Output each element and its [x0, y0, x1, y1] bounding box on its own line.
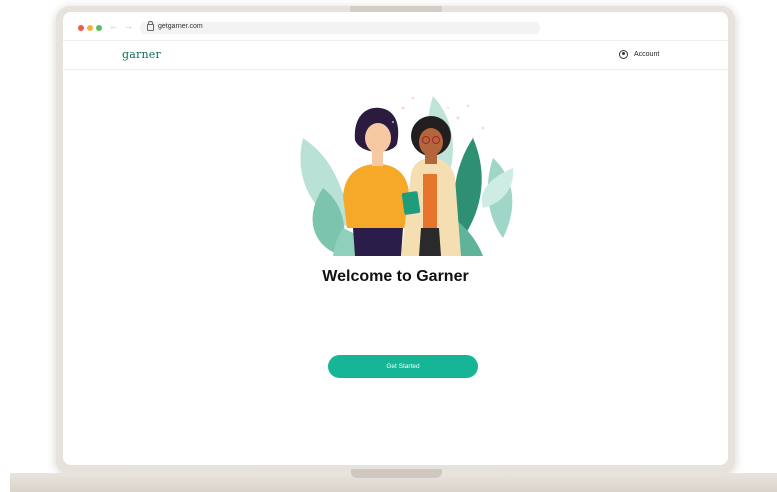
- doctors-illustration: [300, 96, 514, 256]
- get-started-button[interactable]: Get Started: [328, 355, 478, 378]
- url-text: getgarner.com: [158, 23, 203, 30]
- account-icon: [619, 50, 628, 59]
- close-window-button[interactable]: [78, 25, 84, 31]
- browser-window: ← → getgarner.com garner Account Welcome…: [63, 12, 728, 465]
- address-bar[interactable]: getgarner.com: [140, 21, 540, 34]
- laptop-base-notch: [351, 469, 442, 478]
- welcome-heading: Welcome to Garner: [322, 268, 469, 285]
- garner-logo[interactable]: garner: [122, 48, 161, 61]
- maximize-window-button[interactable]: [96, 25, 102, 31]
- site-header: garner Account: [63, 40, 728, 70]
- browser-toolbar: ← → getgarner.com: [63, 12, 728, 41]
- back-arrow-icon[interactable]: ←: [109, 21, 118, 31]
- account-link[interactable]: Account: [619, 50, 659, 59]
- lock-icon: [147, 21, 154, 31]
- minimize-window-button[interactable]: [87, 25, 93, 31]
- account-label: Account: [634, 51, 660, 58]
- forward-arrow-icon[interactable]: →: [124, 21, 133, 31]
